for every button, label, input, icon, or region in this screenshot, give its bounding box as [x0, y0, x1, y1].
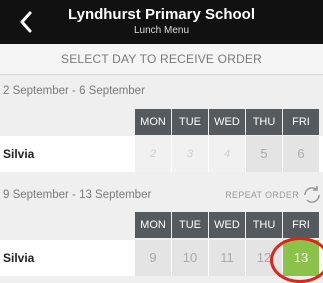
- menu-subtitle: Lunch Menu: [133, 25, 190, 36]
- student-row: Silvia 2 3 4 5 6: [0, 136, 323, 172]
- day-header-wed: WED: [209, 212, 245, 238]
- school-title: Lyndhurst Primary School: [68, 6, 255, 23]
- day-cell: 2: [135, 136, 171, 172]
- day-cell[interactable]: 9: [135, 240, 171, 276]
- day-header-mon: MON: [135, 109, 171, 135]
- student-name: Silvia: [3, 251, 35, 265]
- day-header-thu: THU: [246, 109, 282, 135]
- day-cells: 2 3 4 5 6: [135, 136, 320, 172]
- day-header-tue: TUE: [172, 212, 208, 238]
- day-cell: 4: [209, 136, 245, 172]
- week-label: 9 September - 13 September REPEAT ORDER: [0, 180, 323, 210]
- day-header-tue: TUE: [172, 109, 208, 135]
- day-header-mon: MON: [135, 212, 171, 238]
- day-header-thu: THU: [246, 212, 282, 238]
- day-header-fri: FRI: [283, 109, 319, 135]
- day-cells: 9 10 11 12 13: [135, 240, 320, 276]
- day-cell[interactable]: 12: [246, 240, 282, 276]
- week-range: 9 September - 13 September: [3, 189, 152, 201]
- repeat-order-label: REPEAT ORDER: [225, 190, 299, 200]
- day-cell[interactable]: 10: [172, 240, 208, 276]
- day-header-row: MON TUE WED THU FRI: [135, 109, 323, 135]
- week-range: 2 September - 6 September: [3, 85, 145, 97]
- instruction-banner: SELECT DAY TO RECEIVE ORDER: [0, 44, 323, 75]
- repeat-order-button[interactable]: REPEAT ORDER: [225, 180, 323, 210]
- student-row: Silvia 9 10 11 12 13: [0, 240, 323, 276]
- day-cell[interactable]: 5: [246, 136, 282, 172]
- student-name: Silvia: [3, 147, 35, 161]
- week-label: 2 September - 6 September: [0, 76, 323, 106]
- day-header-wed: WED: [209, 109, 245, 135]
- app-header: Lyndhurst Primary School Lunch Menu: [0, 0, 323, 44]
- day-cell-selected[interactable]: 13: [283, 240, 319, 276]
- repeat-icon: [304, 186, 320, 203]
- day-header-row: MON TUE WED THU FRI: [135, 212, 323, 238]
- day-cell[interactable]: 11: [209, 240, 245, 276]
- day-cell[interactable]: 6: [283, 136, 319, 172]
- day-header-fri: FRI: [283, 212, 319, 238]
- day-cell: 3: [172, 136, 208, 172]
